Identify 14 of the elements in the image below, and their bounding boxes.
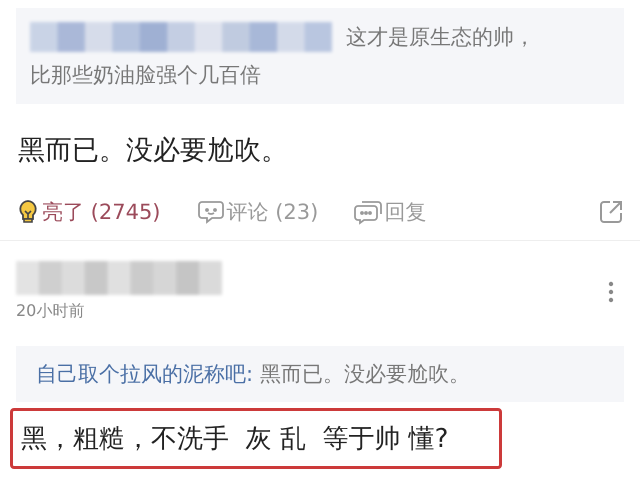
share-icon (598, 199, 624, 225)
quote-text: 自己取个拉风的泥称吧: 黑而已。没必要尬吹。 (16, 346, 624, 402)
quote-text: 比那些奶油脸强个几百倍 (30, 62, 262, 89)
share-button[interactable] (598, 199, 624, 225)
light-button[interactable]: 亮了 (2745) (16, 198, 161, 226)
comment-button[interactable]: 评论 (23) (196, 198, 318, 226)
chat-bubbles-icon (354, 199, 382, 225)
timestamp: 20小时前 (16, 301, 86, 322)
comment-text: 黑，粗糙，不洗手 灰 乱 等于帅 懂? (10, 408, 502, 469)
reply-button[interactable]: 回复 (354, 198, 426, 226)
comment-text: 黑而已。没必要尬吹。 (18, 134, 289, 168)
quote-text: 这才是原生态的帅， (346, 24, 535, 51)
speech-bubble-icon (196, 199, 225, 225)
more-options-icon[interactable] (608, 281, 614, 303)
